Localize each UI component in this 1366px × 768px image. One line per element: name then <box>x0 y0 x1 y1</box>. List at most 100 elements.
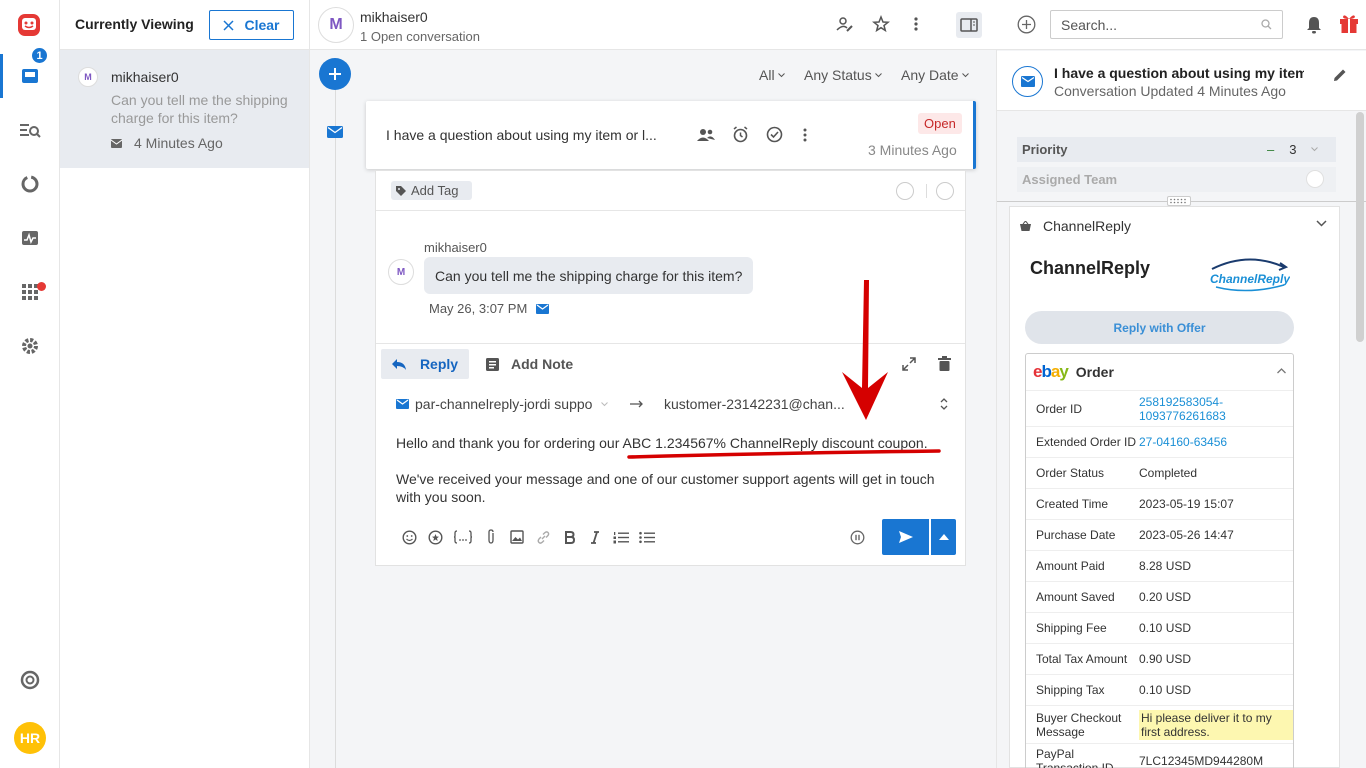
assign-button[interactable] <box>696 127 716 143</box>
expand-button[interactable] <box>902 357 916 371</box>
send-options-button[interactable] <box>931 519 956 555</box>
filter-status[interactable]: Any Status <box>804 67 882 83</box>
tab-reply[interactable]: Reply <box>381 349 469 379</box>
customer-sidebar: Search... I have a question about using … <box>997 0 1366 768</box>
filter-channel-label: All <box>759 67 775 83</box>
timeline-line <box>335 88 336 768</box>
new-conversation-button[interactable] <box>319 58 351 90</box>
gear-icon <box>22 338 38 354</box>
collapse-app-button[interactable] <box>1316 220 1327 227</box>
clear-button[interactable]: Clear <box>209 10 294 40</box>
order-row: Amount Saved 0.20 USD <box>1026 581 1293 612</box>
notifications-button[interactable] <box>1306 16 1322 34</box>
order-field-label: PayPal Transaction ID <box>1036 746 1114 768</box>
sidebar-toggle-icon <box>960 18 978 32</box>
nav-settings[interactable] <box>0 330 60 362</box>
conversation-time: 4 Minutes Ago <box>111 135 223 151</box>
pause-button[interactable] <box>850 530 865 545</box>
edit-customer-button[interactable] <box>836 15 854 33</box>
order-field-value[interactable]: 27-04160-63456 <box>1139 435 1293 449</box>
from-address-select[interactable]: par-channelreply-jordi suppo <box>415 396 595 412</box>
link-button[interactable] <box>534 528 552 546</box>
expand-icon <box>902 357 916 371</box>
bullet-list-button[interactable] <box>638 528 656 546</box>
reply-body-editor[interactable]: Hello and thank you for ordering our ABC… <box>396 434 956 506</box>
inbox-icon <box>22 69 38 83</box>
discard-button[interactable] <box>938 356 951 371</box>
assigned-team-field[interactable]: Assigned Team <box>1017 167 1336 192</box>
customer-name[interactable]: mikhaiser0 <box>360 9 428 25</box>
bullet-list-icon <box>639 531 655 543</box>
nav-apps[interactable] <box>0 276 60 308</box>
ordered-list-button[interactable] <box>612 528 630 546</box>
card-time: 3 Minutes Ago <box>868 142 957 158</box>
search-list-icon <box>20 124 41 138</box>
priority-select[interactable]: – 3 <box>1267 137 1319 162</box>
message-bubble: Can you tell me the shipping charge for … <box>424 257 754 294</box>
order-field-value[interactable]: 258192583054-1093776261683 <box>1139 395 1293 423</box>
tag-row: Add Tag <box>376 171 965 211</box>
user-avatar[interactable]: HR <box>14 722 46 754</box>
add-circle-icon <box>1017 15 1036 34</box>
conversation-header: M mikhaiser0 1 Open conversation <box>310 0 997 50</box>
new-button[interactable] <box>1017 15 1036 34</box>
send-button[interactable] <box>882 519 929 555</box>
tag-icon <box>396 185 406 196</box>
app-logo-icon[interactable] <box>16 12 42 38</box>
conversation-main: M mikhaiser0 1 Open conversation All Any… <box>310 0 997 768</box>
image-button[interactable] <box>508 528 526 546</box>
more-options-button[interactable] <box>908 15 924 33</box>
bold-button[interactable] <box>560 528 578 546</box>
reply-with-offer-button[interactable]: Reply with Offer <box>1025 311 1294 344</box>
card-more-button[interactable] <box>802 127 808 143</box>
add-tag-button[interactable]: Add Tag <box>391 181 473 200</box>
italic-icon <box>591 530 599 544</box>
app-card-header[interactable]: ChannelReply <box>1020 218 1131 234</box>
more-vertical-icon <box>914 17 918 31</box>
formatting-toolbar <box>400 528 656 546</box>
snippet-button[interactable] <box>426 528 444 546</box>
italic-button[interactable] <box>586 528 604 546</box>
filter-date[interactable]: Any Date <box>901 67 969 83</box>
priority-field[interactable]: Priority – 3 <box>1017 137 1336 162</box>
tab-add-note[interactable]: Add Note <box>486 349 573 379</box>
snooze-button[interactable] <box>732 126 749 143</box>
whats-new-button[interactable] <box>1339 13 1359 34</box>
satisfaction-indicator[interactable] <box>936 182 954 200</box>
nav-reports[interactable] <box>0 168 60 200</box>
favorite-button[interactable] <box>872 15 890 33</box>
recipients-toggle[interactable] <box>940 397 948 411</box>
nav-inbox[interactable]: 1 <box>0 46 60 98</box>
sentiment-indicator[interactable] <box>896 182 914 200</box>
conversation-card[interactable]: I have a question about using my item or… <box>366 101 976 169</box>
sidebar-scrollbar[interactable] <box>1356 112 1364 342</box>
status-badge: Open <box>918 113 962 134</box>
chevron-down-icon <box>777 72 785 77</box>
nav-search[interactable] <box>0 114 60 146</box>
pause-circle-icon <box>850 530 865 545</box>
order-field-label: Amount Saved <box>1036 590 1115 604</box>
filter-channel[interactable]: All <box>759 67 785 83</box>
edit-conversation-button[interactable] <box>1333 68 1347 82</box>
emoji-button[interactable] <box>400 528 418 546</box>
viewing-conversation-item[interactable]: M mikhaiser0 Can you tell me the shippin… <box>60 50 309 168</box>
chevron-down-icon <box>961 72 969 77</box>
attach-button[interactable] <box>482 528 500 546</box>
nav-activity[interactable] <box>0 222 60 254</box>
clear-label: Clear <box>244 17 280 33</box>
resize-handle[interactable] <box>1167 196 1191 206</box>
customer-avatar[interactable]: M <box>318 7 354 43</box>
global-header: Search... <box>997 0 1366 50</box>
assigned-team-label: Assigned Team <box>1022 172 1118 187</box>
user-edit-icon <box>836 17 853 32</box>
link-icon <box>537 530 549 544</box>
conversation-fields: Priority – 3 Assigned Team <box>1017 137 1336 197</box>
toggle-sidebar-button[interactable] <box>956 12 982 38</box>
search-input[interactable]: Search... <box>1050 10 1283 39</box>
nav-help[interactable] <box>0 664 60 696</box>
reply-line-2: We've received your message and one of o… <box>396 471 935 505</box>
mark-done-button[interactable] <box>766 126 783 143</box>
order-header[interactable]: ebay Order <box>1026 354 1293 390</box>
to-address-field[interactable]: kustomer-23142231@chan... <box>664 396 845 412</box>
variables-button[interactable] <box>452 528 474 546</box>
